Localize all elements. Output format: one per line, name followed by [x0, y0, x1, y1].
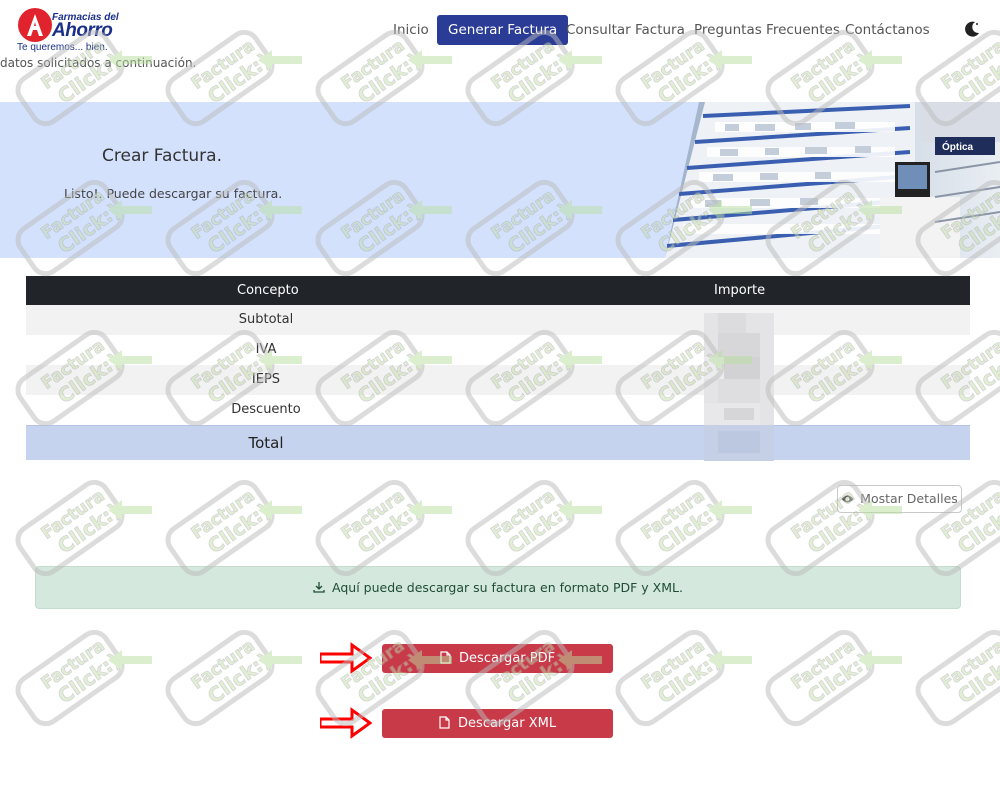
pixelated-amounts [704, 313, 774, 461]
download-alert-text: Aquí puede descargar su factura en forma… [332, 580, 683, 595]
status-message: Listo!. Puede descargar su factura. [64, 186, 283, 201]
row-label-subtotal: Subtotal [238, 312, 294, 327]
table-row: IEPS [26, 365, 970, 395]
row-label-iva: IVA [255, 342, 277, 357]
file-icon [440, 651, 451, 664]
nav-contactanos[interactable]: Contáctanos [845, 15, 930, 45]
show-details-label: Mostar Detalles [860, 491, 958, 506]
arrow-right-icon [320, 707, 372, 739]
table-row: Subtotal [26, 305, 970, 335]
row-label-total: Total [248, 434, 284, 452]
brand-tagline: Te queremos... bien. [17, 42, 108, 53]
watermark-tile [162, 627, 302, 729]
brand-line2: Ahorro [52, 20, 113, 41]
header-importe: Importe [714, 283, 766, 298]
watermark-tile [762, 627, 902, 729]
invoice-summary-table: Concepto Importe Subtotal IVA IEPS Descu… [26, 276, 970, 460]
watermark-tile [612, 627, 752, 729]
download-xml-button[interactable]: Descargar XML [382, 709, 613, 738]
nav-consultar-factura[interactable]: Consultar Factura [566, 15, 685, 45]
table-row: Descuento [26, 395, 970, 425]
download-icon [313, 582, 325, 593]
page-title: Crear Factura. [102, 146, 222, 166]
show-details-button[interactable]: Mostar Detalles [837, 485, 962, 513]
brand-logo[interactable]: Farmacias del Ahorro Te queremos... bien… [16, 6, 119, 54]
pharmacy-photo: Óptica [665, 102, 1000, 258]
download-alert: Aquí puede descargar su factura en forma… [35, 566, 961, 609]
row-label-ieps: IEPS [251, 372, 281, 387]
logo-a-icon [18, 8, 52, 42]
hero-banner: Crear Factura. Listo!. Puede descargar s… [0, 102, 1000, 258]
watermark-tile [612, 477, 752, 579]
download-pdf-label: Descargar PDF [459, 651, 556, 666]
header-concepto: Concepto [237, 283, 299, 298]
nav-generar-factura[interactable]: Generar Factura [437, 15, 569, 45]
watermark-tile [912, 627, 1000, 729]
watermark-tile [12, 627, 152, 729]
table-header: Concepto Importe [26, 276, 970, 305]
optica-sign: Óptica [942, 140, 974, 153]
download-xml-label: Descargar XML [458, 716, 557, 731]
watermark-tile [12, 477, 152, 579]
arrow-right-icon [320, 642, 372, 674]
navbar: Farmacias del Ahorro Te queremos... bien… [0, 0, 1000, 58]
nav-preguntas-frecuentes[interactable]: Preguntas Frecuentes [694, 15, 840, 45]
instructions-text: datos solicitados a continuación. [0, 56, 197, 70]
moon-icon[interactable] [962, 19, 982, 39]
watermark-tile [462, 477, 602, 579]
row-label-descuento: Descuento [231, 402, 301, 417]
table-row-total: Total [26, 425, 970, 460]
eye-icon [841, 495, 854, 503]
table-row: IVA [26, 335, 970, 365]
watermark-tile [162, 477, 302, 579]
watermark-tile [312, 477, 452, 579]
download-pdf-button[interactable]: Descargar PDF [382, 644, 613, 673]
nav-inicio[interactable]: Inicio [393, 15, 429, 45]
file-icon [439, 716, 450, 729]
